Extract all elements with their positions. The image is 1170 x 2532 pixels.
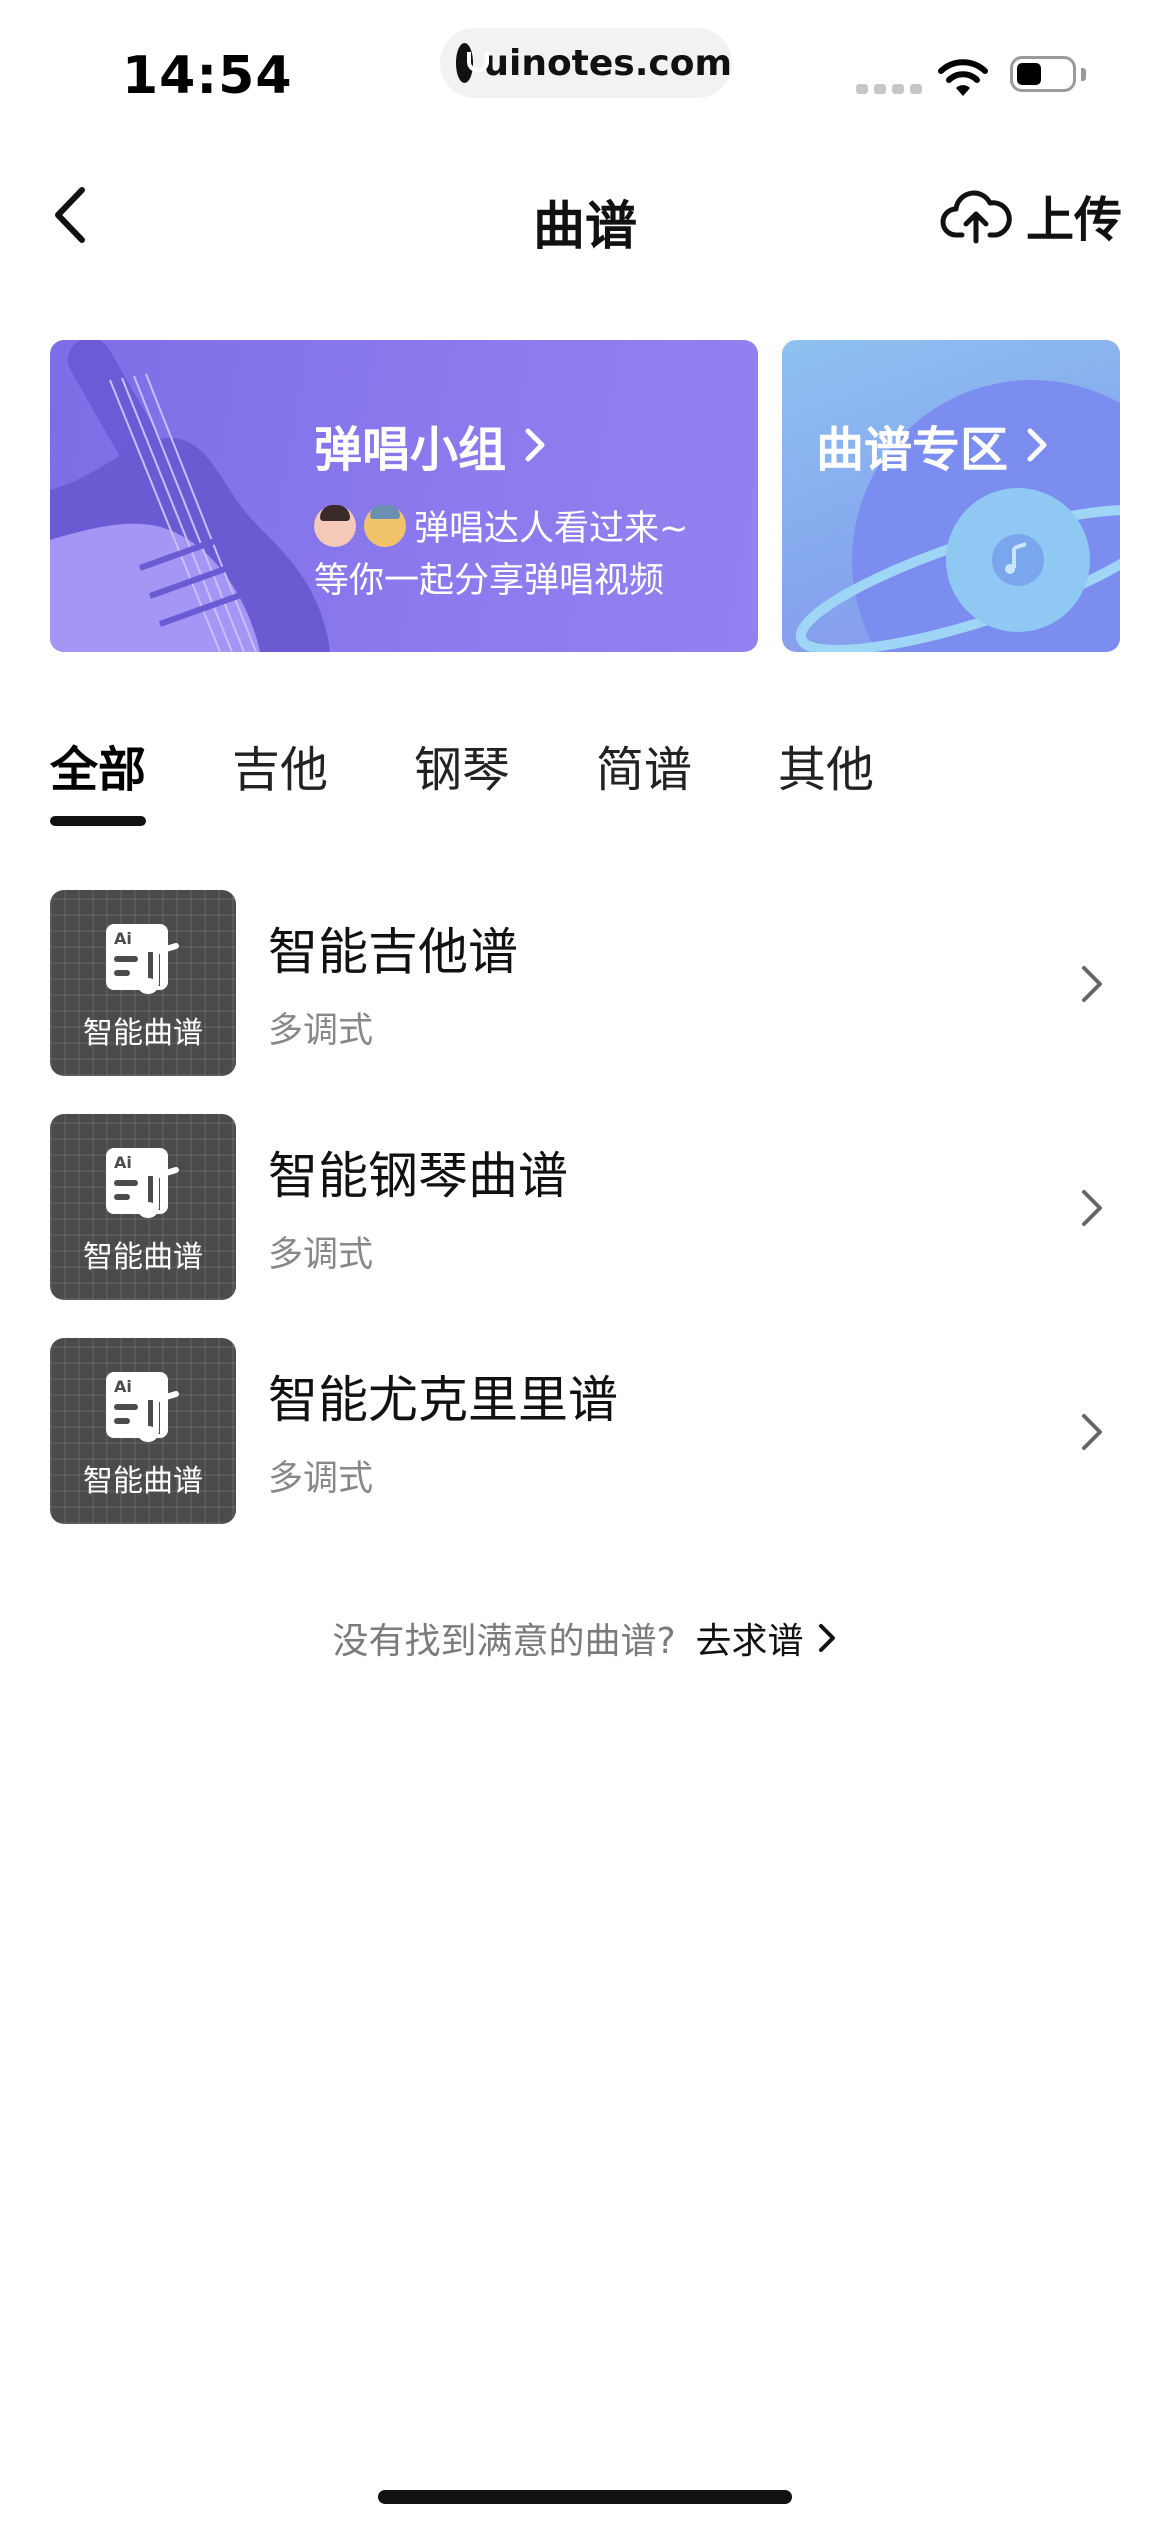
chevron-right-icon: [525, 428, 545, 462]
chevron-right-icon: [1027, 428, 1047, 462]
svg-text:Ai: Ai: [114, 929, 132, 948]
banner-title-text: 弹唱小组: [314, 422, 507, 478]
item-title: 智能吉他谱: [268, 923, 518, 981]
tab-guitar[interactable]: 吉他: [232, 730, 328, 800]
tab-numbered-notation[interactable]: 简谱: [596, 730, 692, 800]
nav-bar: 曲谱 上传: [0, 160, 1170, 270]
tab-all[interactable]: 全部: [50, 730, 146, 800]
active-tab-indicator: [50, 816, 146, 826]
svg-text:Ai: Ai: [114, 1153, 132, 1172]
request-score-prompt: 没有找到满意的曲谱? 去求谱: [0, 1612, 1170, 1664]
banner-sing-group[interactable]: 弹唱小组 弹唱达人看过来~ 等你一起分享弹唱视频: [50, 340, 758, 652]
banner-score-zone[interactable]: 曲谱专区: [782, 340, 1120, 652]
banner-sing-group-line2: 等你一起分享弹唱视频: [314, 561, 665, 601]
list-item-piano-score[interactable]: Ai 智能曲谱 智能钢琴曲谱 多调式: [0, 1114, 1170, 1304]
home-indicator[interactable]: [378, 2490, 792, 2504]
svg-text:Ai: Ai: [114, 1377, 132, 1396]
banner-line1-text: 弹唱达人看过来~: [414, 509, 689, 549]
thumbnail-label: 智能曲谱: [83, 1240, 203, 1275]
cloud-upload-icon: [940, 190, 1012, 244]
chevron-right-icon: [1082, 966, 1102, 1002]
url-text: uinotes.com: [483, 42, 732, 84]
list-item-guitar-score[interactable]: Ai 智能曲谱 智能吉他谱 多调式: [0, 890, 1170, 1080]
banner-title-text: 曲谱专区: [816, 422, 1009, 478]
banner-score-zone-title: 曲谱专区: [816, 410, 1050, 480]
banner-sing-group-line1: 弹唱达人看过来~: [314, 500, 688, 551]
item-thumbnail: Ai 智能曲谱: [50, 1338, 236, 1524]
page: 14:54 uinotes.com 曲谱 上传 弹唱小组 弹唱达人看过来~ 等你…: [0, 0, 1170, 2532]
tab-other[interactable]: 其他: [778, 730, 874, 800]
ai-score-icon: Ai: [106, 1372, 179, 1442]
chevron-right-icon: [1082, 1414, 1102, 1450]
list-item-ukulele-score[interactable]: Ai 智能曲谱 智能尤克里里谱 多调式: [0, 1338, 1170, 1528]
tab-piano[interactable]: 钢琴: [414, 730, 510, 800]
item-thumbnail: Ai 智能曲谱: [50, 890, 236, 1076]
upload-button[interactable]: 上传: [940, 180, 1122, 250]
thumbnail-label: 智能曲谱: [83, 1016, 203, 1051]
chevron-right-icon: [1082, 1190, 1102, 1226]
site-logo-icon: [456, 43, 490, 83]
vinyl-disc-illustration: [795, 380, 1120, 652]
woman-emoji-icon: [314, 504, 356, 547]
request-score-label: 去求谱: [695, 1621, 804, 1662]
guitar-illustration: [50, 340, 330, 652]
battery-nub: [1081, 68, 1086, 81]
ai-score-icon: Ai: [106, 1148, 179, 1218]
item-subtitle: 多调式: [268, 1235, 374, 1275]
battery-icon: [1010, 56, 1076, 92]
item-subtitle: 多调式: [268, 1459, 374, 1499]
chevron-right-icon: [818, 1624, 835, 1652]
prompt-question: 没有找到满意的曲谱?: [332, 1621, 676, 1662]
thumbnail-label: 智能曲谱: [83, 1464, 203, 1499]
ai-score-icon: Ai: [106, 924, 179, 994]
banner-sing-group-title: 弹唱小组: [314, 410, 548, 480]
category-tabs: 全部 吉他 钢琴 简谱 其他: [50, 730, 1120, 840]
item-title: 智能钢琴曲谱: [268, 1147, 568, 1205]
item-title: 智能尤克里里谱: [268, 1371, 618, 1429]
item-subtitle: 多调式: [268, 1011, 374, 1051]
wifi-icon: [938, 59, 988, 96]
upload-label: 上传: [1026, 192, 1123, 248]
url-pill[interactable]: uinotes.com: [440, 28, 732, 98]
item-thumbnail: Ai 智能曲谱: [50, 1114, 236, 1300]
status-time: 14:54: [122, 46, 293, 106]
request-score-link[interactable]: 去求谱: [696, 1612, 838, 1664]
status-bar: 14:54 uinotes.com: [0, 0, 1170, 130]
cellular-signal-icon: [856, 84, 922, 94]
man-emoji-icon: [364, 504, 406, 547]
